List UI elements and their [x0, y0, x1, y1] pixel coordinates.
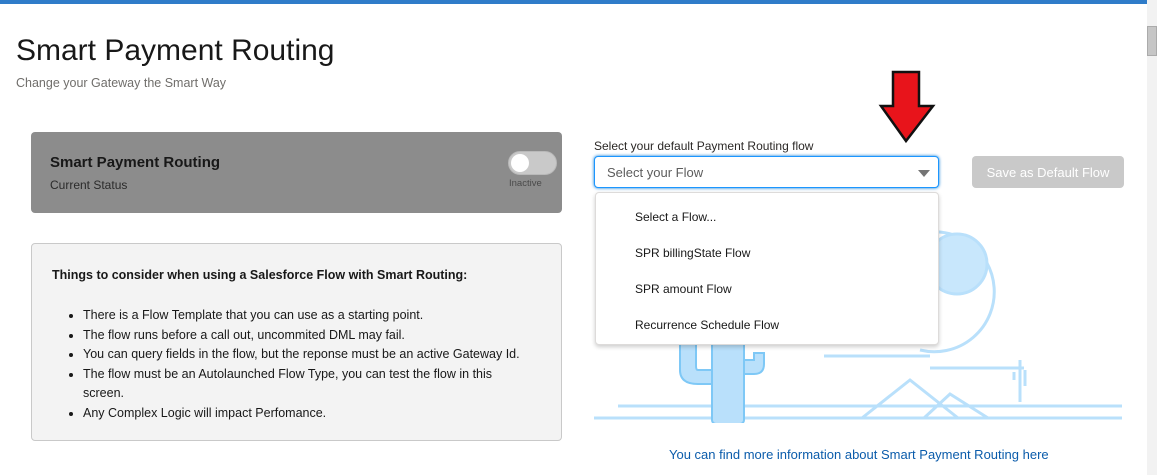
chevron-down-icon[interactable] — [918, 170, 930, 177]
page-subtitle: Change your Gateway the Smart Way — [16, 76, 227, 90]
toggle-knob — [511, 154, 529, 172]
flow-select[interactable]: Select your Flow — [594, 156, 939, 188]
scrollbar-thumb[interactable] — [1147, 26, 1157, 56]
flow-select-placeholder: Select your Flow — [607, 165, 704, 180]
dropdown-option-recurrence-schedule-flow[interactable]: Recurrence Schedule Flow — [635, 318, 779, 332]
list-item: The flow runs before a call out, uncommi… — [83, 326, 528, 346]
list-item: There is a Flow Template that you can us… — [83, 306, 528, 326]
red-arrow-down-icon — [878, 70, 936, 144]
list-item: You can query fields in the flow, but th… — [83, 345, 528, 365]
status-card-subtitle: Current Status — [50, 178, 128, 192]
dropdown-option-spr-billingstate-flow[interactable]: SPR billingState Flow — [635, 246, 750, 260]
save-default-flow-button[interactable]: Save as Default Flow — [972, 156, 1124, 188]
flow-select-label: Select your default Payment Routing flow — [594, 139, 814, 153]
considerations-heading: Things to consider when using a Salesfor… — [52, 268, 468, 282]
status-card: Smart Payment Routing Current Status Ina… — [31, 132, 562, 213]
page-title: Smart Payment Routing — [16, 34, 335, 67]
considerations-list: There is a Flow Template that you can us… — [68, 306, 528, 423]
dropdown-option-spr-amount-flow[interactable]: SPR amount Flow — [635, 282, 732, 296]
more-info-link[interactable]: You can find more information about Smar… — [669, 447, 1049, 462]
app-page: Smart Payment Routing Change your Gatewa… — [0, 4, 1147, 475]
flow-dropdown-menu: Select a Flow... SPR billingState Flow S… — [595, 192, 939, 345]
dropdown-option-select-a-flow[interactable]: Select a Flow... — [635, 210, 716, 224]
toggle-status-label: Inactive — [509, 178, 542, 189]
considerations-box: Things to consider when using a Salesfor… — [31, 243, 562, 441]
list-item: The flow must be an Autolaunched Flow Ty… — [83, 365, 528, 404]
list-item: Any Complex Logic will impact Perfomance… — [83, 404, 528, 424]
status-card-title: Smart Payment Routing — [50, 154, 221, 171]
status-toggle[interactable] — [508, 151, 557, 175]
scrollbar[interactable] — [1147, 0, 1157, 475]
